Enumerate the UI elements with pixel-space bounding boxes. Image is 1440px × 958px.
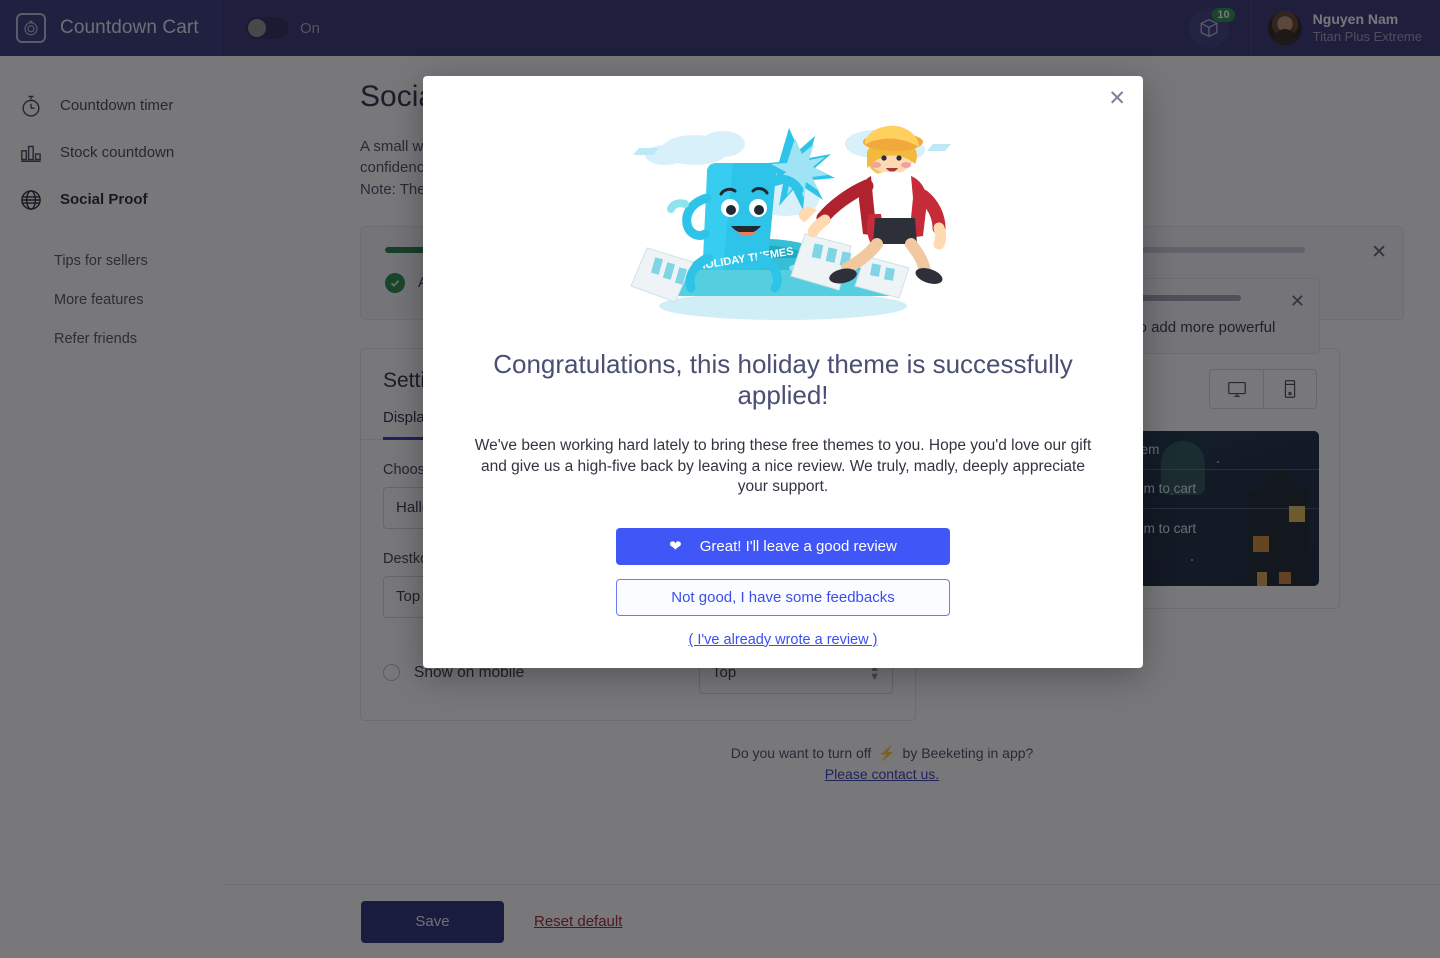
- give-feedback-button[interactable]: Not good, I have some feedbacks: [616, 578, 950, 616]
- modal-body-text: We've been working hard lately to bring …: [474, 437, 1092, 496]
- already-wrote-review-link[interactable]: ( I've already wrote a review ): [689, 632, 878, 648]
- heart-icon: ❤: [669, 538, 682, 556]
- holiday-themes-highfive-illustration: HOLIDAY THEMES: [630, 125, 951, 320]
- leave-good-review-button[interactable]: ❤ Great! I'll leave a good review: [616, 527, 950, 565]
- modal-title: Congratulations, this holiday theme is s…: [493, 349, 1073, 410]
- modal-actions: ❤ Great! I'll leave a good review Not go…: [423, 527, 1143, 648]
- holiday-theme-applied-modal: ✕ HOLIDAY THEMES Congratulations, this h…: [423, 76, 1143, 668]
- app-root: Countdown Cart On 10 Nguyen: [0, 0, 1440, 958]
- close-icon[interactable]: ✕: [1108, 88, 1126, 109]
- primary-button-label: Great! I'll leave a good review: [699, 537, 897, 555]
